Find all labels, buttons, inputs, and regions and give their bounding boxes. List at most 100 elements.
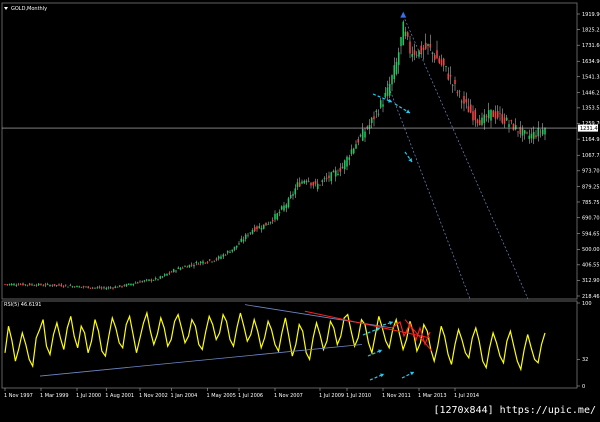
candle-body bbox=[211, 261, 213, 263]
candle-body bbox=[258, 226, 261, 229]
candle-body bbox=[136, 282, 139, 284]
candle-body bbox=[105, 288, 108, 290]
candle-body bbox=[314, 180, 317, 184]
candle-body bbox=[26, 284, 29, 286]
price-tick-label: 785.75 bbox=[582, 200, 600, 206]
candle-body bbox=[161, 276, 164, 278]
candle-body bbox=[523, 130, 526, 134]
candle-body bbox=[229, 252, 231, 253]
candle-body bbox=[449, 74, 452, 77]
candle-body bbox=[413, 50, 416, 55]
candle-body bbox=[514, 125, 517, 130]
candle-body bbox=[283, 205, 285, 211]
candle-body bbox=[172, 269, 175, 273]
candle-body bbox=[19, 284, 22, 286]
time-tick-label: 1 Jul 2009 bbox=[319, 393, 344, 399]
candle-body bbox=[139, 281, 141, 283]
watermark-text: [1270x844] https://upic.me/ bbox=[433, 405, 596, 416]
candle-body bbox=[492, 110, 495, 118]
candle-body bbox=[6, 284, 9, 285]
candle-body bbox=[352, 148, 355, 154]
candle-body bbox=[424, 42, 427, 49]
price-tick-label: 1353.55 bbox=[582, 106, 600, 112]
price-tick-label: 500.00 bbox=[582, 247, 600, 253]
candle-body bbox=[332, 170, 335, 173]
time-tick-label: 1 Nov 2011 bbox=[382, 393, 411, 399]
candle-body bbox=[233, 246, 236, 250]
candle-body bbox=[325, 177, 328, 179]
candle-body bbox=[17, 284, 20, 286]
candle-body bbox=[188, 264, 191, 268]
candle-body bbox=[231, 249, 234, 252]
candle-body bbox=[148, 279, 150, 281]
chart-window: GOLD,Monthly 1919.90 1825.25 1731.60 1634.9… bbox=[0, 0, 600, 418]
candle-body bbox=[71, 286, 74, 288]
candle-body bbox=[134, 282, 137, 284]
candle-body bbox=[24, 284, 27, 286]
chart-canvas: GOLD,Monthly 1919.90 1825.25 1731.60 1634.9… bbox=[0, 0, 600, 418]
candle-body bbox=[213, 260, 216, 262]
candle-body bbox=[224, 254, 227, 256]
candle-body bbox=[184, 266, 186, 268]
time-tick-label: 1 Jan 2004 bbox=[171, 393, 198, 399]
time-tick-label: 1 Nov 2007 bbox=[274, 393, 303, 399]
candle-body bbox=[73, 286, 76, 288]
price-tick-label: 406.55 bbox=[582, 263, 600, 269]
rsi-tick-label: 0 bbox=[582, 384, 585, 390]
candle-body bbox=[238, 243, 240, 245]
candle-body bbox=[37, 283, 40, 286]
candle-body bbox=[202, 261, 204, 264]
candle-body bbox=[226, 250, 229, 253]
candle-body bbox=[31, 284, 33, 286]
candle-body bbox=[541, 129, 544, 135]
candle-body bbox=[458, 91, 461, 92]
candle-body bbox=[244, 234, 247, 239]
candle-body bbox=[166, 273, 168, 276]
time-tick-label: 1 Jul 2014 bbox=[454, 393, 479, 399]
rsi-tick-label: 32 bbox=[582, 357, 588, 363]
candle-body bbox=[121, 286, 123, 287]
candle-body bbox=[429, 43, 432, 48]
candle-body bbox=[179, 268, 182, 270]
candle-body bbox=[535, 135, 537, 137]
candle-body bbox=[544, 128, 546, 135]
candle-body bbox=[49, 284, 51, 287]
candle bbox=[166, 273, 168, 276]
candle-body bbox=[481, 117, 483, 125]
candle-body bbox=[494, 111, 497, 119]
candle-body bbox=[406, 32, 409, 37]
candle-body bbox=[28, 283, 31, 286]
candle-body bbox=[4, 283, 6, 285]
candle-body bbox=[301, 181, 303, 184]
price-tick-label: 690.70 bbox=[582, 216, 600, 222]
candle-body bbox=[503, 117, 506, 124]
candle-body bbox=[512, 124, 515, 131]
candle-body bbox=[431, 52, 434, 54]
candle-body bbox=[379, 100, 382, 108]
candle bbox=[287, 196, 290, 209]
candle-body bbox=[208, 259, 211, 261]
candle bbox=[402, 20, 405, 46]
candle-body bbox=[118, 285, 121, 287]
time-tick-label: 1 Nov 2002 bbox=[139, 393, 168, 399]
candle-body bbox=[355, 144, 357, 149]
candle-body bbox=[91, 287, 94, 289]
candle-body bbox=[438, 58, 441, 63]
candle-body bbox=[476, 119, 479, 123]
candle-body bbox=[447, 73, 450, 80]
candle-body bbox=[289, 194, 292, 199]
candle-body bbox=[411, 53, 414, 57]
price-tick-label: 594.65 bbox=[582, 231, 600, 237]
candle-body bbox=[116, 286, 119, 288]
time-tick-label: 1 Jul 2006 bbox=[238, 393, 263, 399]
price-tick-label: 1731.60 bbox=[582, 43, 600, 49]
candle-body bbox=[310, 182, 312, 186]
candle-body bbox=[157, 278, 159, 280]
candle-body bbox=[186, 266, 189, 268]
candle-body bbox=[433, 55, 436, 60]
candle-body bbox=[193, 265, 195, 267]
time-tick-label: 1 Nov 1997 bbox=[4, 393, 33, 399]
candle-body bbox=[215, 258, 218, 260]
candle-body bbox=[420, 45, 423, 55]
candle-body bbox=[469, 104, 472, 113]
